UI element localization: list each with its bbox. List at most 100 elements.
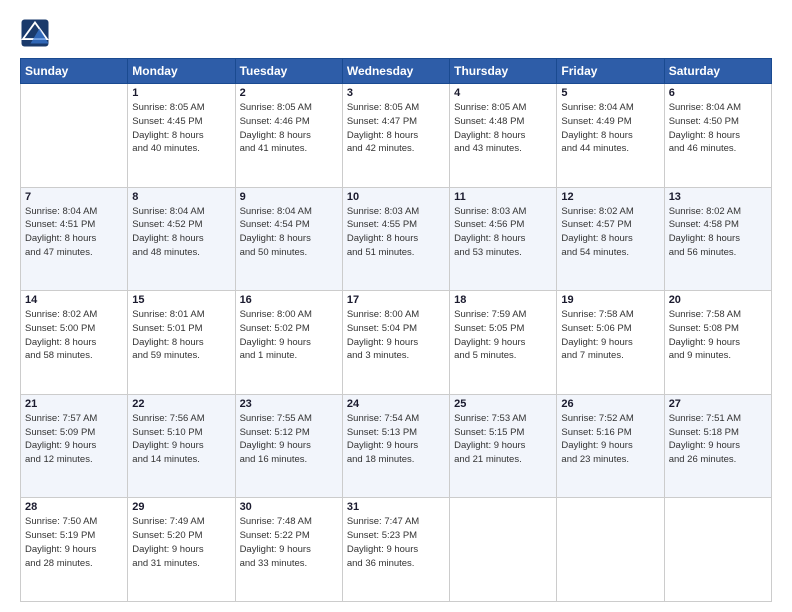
day-number: 23 [240,398,338,410]
day-detail: Sunrise: 7:54 AM Sunset: 5:13 PM Dayligh… [347,412,445,467]
day-detail: Sunrise: 8:05 AM Sunset: 4:48 PM Dayligh… [454,101,552,156]
day-number: 22 [132,398,230,410]
day-number: 26 [561,398,659,410]
day-detail: Sunrise: 8:05 AM Sunset: 4:47 PM Dayligh… [347,101,445,156]
calendar-week-row: 21 Sunrise: 7:57 AM Sunset: 5:09 PM Dayli… [21,394,772,498]
calendar-cell: 8 Sunrise: 8:04 AM Sunset: 4:52 PM Daylig… [128,187,235,291]
day-detail: Sunrise: 7:53 AM Sunset: 5:15 PM Dayligh… [454,412,552,467]
day-detail: Sunrise: 7:47 AM Sunset: 5:23 PM Dayligh… [347,515,445,570]
day-number: 4 [454,87,552,99]
logo [20,18,54,48]
day-detail: Sunrise: 7:58 AM Sunset: 5:08 PM Dayligh… [669,308,767,363]
calendar-cell: 14 Sunrise: 8:02 AM Sunset: 5:00 PM Dayli… [21,291,128,395]
calendar-cell: 26 Sunrise: 7:52 AM Sunset: 5:16 PM Dayli… [557,394,664,498]
calendar-cell: 3 Sunrise: 8:05 AM Sunset: 4:47 PM Daylig… [342,84,449,188]
day-detail: Sunrise: 7:51 AM Sunset: 5:18 PM Dayligh… [669,412,767,467]
day-detail: Sunrise: 8:03 AM Sunset: 4:56 PM Dayligh… [454,205,552,260]
day-number: 2 [240,87,338,99]
calendar-cell: 1 Sunrise: 8:05 AM Sunset: 4:45 PM Daylig… [128,84,235,188]
header [20,18,772,48]
calendar-cell: 16 Sunrise: 8:00 AM Sunset: 5:02 PM Dayli… [235,291,342,395]
calendar-cell: 7 Sunrise: 8:04 AM Sunset: 4:51 PM Daylig… [21,187,128,291]
calendar-cell [664,498,771,602]
day-detail: Sunrise: 8:04 AM Sunset: 4:49 PM Dayligh… [561,101,659,156]
day-number: 31 [347,501,445,513]
calendar-cell: 19 Sunrise: 7:58 AM Sunset: 5:06 PM Dayli… [557,291,664,395]
day-number: 8 [132,191,230,203]
calendar-header-tuesday: Tuesday [235,59,342,84]
calendar-week-row: 14 Sunrise: 8:02 AM Sunset: 5:00 PM Dayli… [21,291,772,395]
calendar-header-saturday: Saturday [664,59,771,84]
day-number: 28 [25,501,123,513]
day-detail: Sunrise: 8:02 AM Sunset: 4:57 PM Dayligh… [561,205,659,260]
logo-icon [20,18,50,48]
calendar-cell: 17Sunrise: 8:00 AM Sunset: 5:04 PM Dayli… [342,291,449,395]
page: SundayMondayTuesdayWednesdayThursdayFrid… [0,0,792,612]
day-detail: Sunrise: 8:02 AM Sunset: 5:00 PM Dayligh… [25,308,123,363]
day-detail: Sunrise: 8:04 AM Sunset: 4:50 PM Dayligh… [669,101,767,156]
calendar-header-wednesday: Wednesday [342,59,449,84]
day-detail: Sunrise: 8:00 AM Sunset: 5:04 PM Dayligh… [347,308,445,363]
calendar-cell [450,498,557,602]
day-number: 3 [347,87,445,99]
day-number: 24 [347,398,445,410]
day-detail: Sunrise: 8:04 AM Sunset: 4:52 PM Dayligh… [132,205,230,260]
day-detail: Sunrise: 7:49 AM Sunset: 5:20 PM Dayligh… [132,515,230,570]
calendar-cell: 2 Sunrise: 8:05 AM Sunset: 4:46 PM Daylig… [235,84,342,188]
calendar-cell: 13 Sunrise: 8:02 AM Sunset: 4:58 PM Dayli… [664,187,771,291]
calendar-header-monday: Monday [128,59,235,84]
day-detail: Sunrise: 8:05 AM Sunset: 4:45 PM Dayligh… [132,101,230,156]
day-detail: Sunrise: 7:59 AM Sunset: 5:05 PM Dayligh… [454,308,552,363]
day-number: 6 [669,87,767,99]
day-number: 14 [25,294,123,306]
day-number: 30 [240,501,338,513]
day-number: 16 [240,294,338,306]
day-detail: Sunrise: 8:00 AM Sunset: 5:02 PM Dayligh… [240,308,338,363]
calendar-cell [21,84,128,188]
calendar-cell: 29 Sunrise: 7:49 AM Sunset: 5:20 PM Dayli… [128,498,235,602]
day-detail: Sunrise: 7:58 AM Sunset: 5:06 PM Dayligh… [561,308,659,363]
day-number: 1 [132,87,230,99]
calendar-cell: 30 Sunrise: 7:48 AM Sunset: 5:22 PM Dayli… [235,498,342,602]
day-number: 29 [132,501,230,513]
day-number: 19 [561,294,659,306]
day-detail: Sunrise: 7:56 AM Sunset: 5:10 PM Dayligh… [132,412,230,467]
calendar-cell: 27Sunrise: 7:51 AM Sunset: 5:18 PM Dayli… [664,394,771,498]
day-number: 13 [669,191,767,203]
day-detail: Sunrise: 7:52 AM Sunset: 5:16 PM Dayligh… [561,412,659,467]
day-detail: Sunrise: 7:55 AM Sunset: 5:12 PM Dayligh… [240,412,338,467]
day-number: 21 [25,398,123,410]
calendar-cell: 11Sunrise: 8:03 AM Sunset: 4:56 PM Dayli… [450,187,557,291]
day-number: 15 [132,294,230,306]
calendar-header-friday: Friday [557,59,664,84]
calendar-week-row: 1 Sunrise: 8:05 AM Sunset: 4:45 PM Daylig… [21,84,772,188]
calendar-cell: 28 Sunrise: 7:50 AM Sunset: 5:19 PM Dayli… [21,498,128,602]
calendar-cell: 6 Sunrise: 8:04 AM Sunset: 4:50 PM Daylig… [664,84,771,188]
calendar-table: SundayMondayTuesdayWednesdayThursdayFrid… [20,58,772,602]
calendar-cell: 10 Sunrise: 8:03 AM Sunset: 4:55 PM Dayli… [342,187,449,291]
calendar-cell: 15 Sunrise: 8:01 AM Sunset: 5:01 PM Dayli… [128,291,235,395]
day-number: 10 [347,191,445,203]
day-detail: Sunrise: 8:02 AM Sunset: 4:58 PM Dayligh… [669,205,767,260]
day-detail: Sunrise: 7:50 AM Sunset: 5:19 PM Dayligh… [25,515,123,570]
calendar-cell: 20 Sunrise: 7:58 AM Sunset: 5:08 PM Dayli… [664,291,771,395]
day-detail: Sunrise: 8:01 AM Sunset: 5:01 PM Dayligh… [132,308,230,363]
calendar-cell: 31 Sunrise: 7:47 AM Sunset: 5:23 PM Dayli… [342,498,449,602]
day-detail: Sunrise: 7:57 AM Sunset: 5:09 PM Dayligh… [25,412,123,467]
calendar-cell: 23 Sunrise: 7:55 AM Sunset: 5:12 PM Dayli… [235,394,342,498]
day-detail: Sunrise: 7:48 AM Sunset: 5:22 PM Dayligh… [240,515,338,570]
day-detail: Sunrise: 8:03 AM Sunset: 4:55 PM Dayligh… [347,205,445,260]
day-number: 25 [454,398,552,410]
day-number: 5 [561,87,659,99]
calendar-header-thursday: Thursday [450,59,557,84]
calendar-week-row: 7 Sunrise: 8:04 AM Sunset: 4:51 PM Daylig… [21,187,772,291]
day-detail: Sunrise: 8:05 AM Sunset: 4:46 PM Dayligh… [240,101,338,156]
day-number: 18 [454,294,552,306]
calendar-cell: 9Sunrise: 8:04 AM Sunset: 4:54 PM Daylig… [235,187,342,291]
calendar-cell: 24 Sunrise: 7:54 AM Sunset: 5:13 PM Dayli… [342,394,449,498]
calendar-header-row: SundayMondayTuesdayWednesdayThursdayFrid… [21,59,772,84]
day-detail: Sunrise: 8:04 AM Sunset: 4:51 PM Dayligh… [25,205,123,260]
day-number: 7 [25,191,123,203]
day-number: 20 [669,294,767,306]
calendar-week-row: 28 Sunrise: 7:50 AM Sunset: 5:19 PM Dayli… [21,498,772,602]
